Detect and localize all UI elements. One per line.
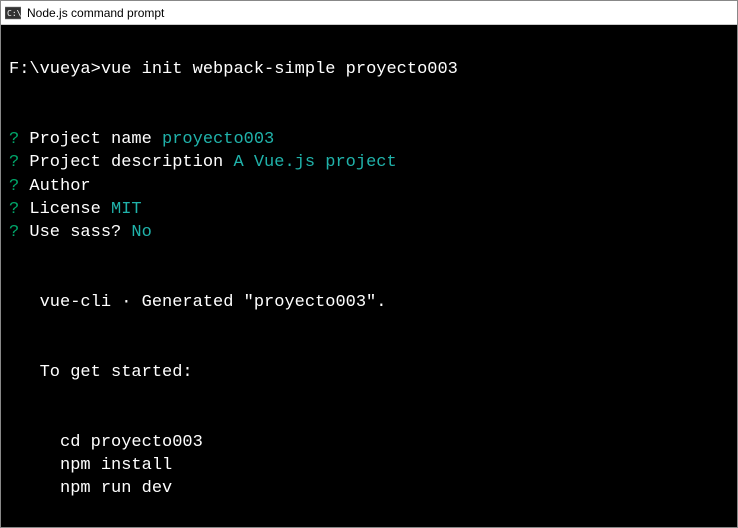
question-3: ? Author (9, 177, 91, 196)
question-mark-icon: ? (9, 223, 19, 242)
step-run: npm run dev (9, 479, 172, 498)
question-mark-icon: ? (9, 153, 19, 172)
question-label: Project name (19, 130, 162, 149)
get-started-heading: To get started: (9, 363, 193, 382)
question-5: ? Use sass? No (9, 223, 152, 242)
step-cd: cd proyecto003 (9, 433, 203, 452)
question-label: Project description (19, 153, 233, 172)
question-label: License (19, 200, 111, 219)
window-title: Node.js command prompt (27, 6, 164, 20)
answer-value: A Vue.js project (233, 153, 396, 172)
question-1: ? Project name proyecto003 (9, 130, 274, 149)
question-label: Author (19, 177, 90, 196)
question-2: ? Project description A Vue.js project (9, 153, 397, 172)
command-text: vue init webpack-simple proyecto003 (101, 60, 458, 79)
answer-value: No (131, 223, 151, 242)
titlebar[interactable]: C:\ Node.js command prompt (1, 1, 737, 25)
question-mark-icon: ? (9, 130, 19, 149)
prompt-path: F:\vueya> (9, 60, 101, 79)
question-4: ? License MIT (9, 200, 142, 219)
generated-message: vue-cli · Generated "proyecto003". (9, 293, 386, 312)
answer-value: proyecto003 (162, 130, 274, 149)
command-prompt-window: C:\ Node.js command prompt F:\vueya>vue … (0, 0, 738, 528)
step-install: npm install (9, 456, 172, 475)
question-label: Use sass? (19, 223, 131, 242)
question-mark-icon: ? (9, 200, 19, 219)
prompt-line-1: F:\vueya>vue init webpack-simple proyect… (9, 60, 458, 79)
terminal-icon: C:\ (5, 5, 21, 21)
svg-text:C:\: C:\ (7, 9, 21, 18)
answer-value: MIT (111, 200, 142, 219)
terminal-body[interactable]: F:\vueya>vue init webpack-simple proyect… (1, 25, 737, 527)
question-mark-icon: ? (9, 177, 19, 196)
